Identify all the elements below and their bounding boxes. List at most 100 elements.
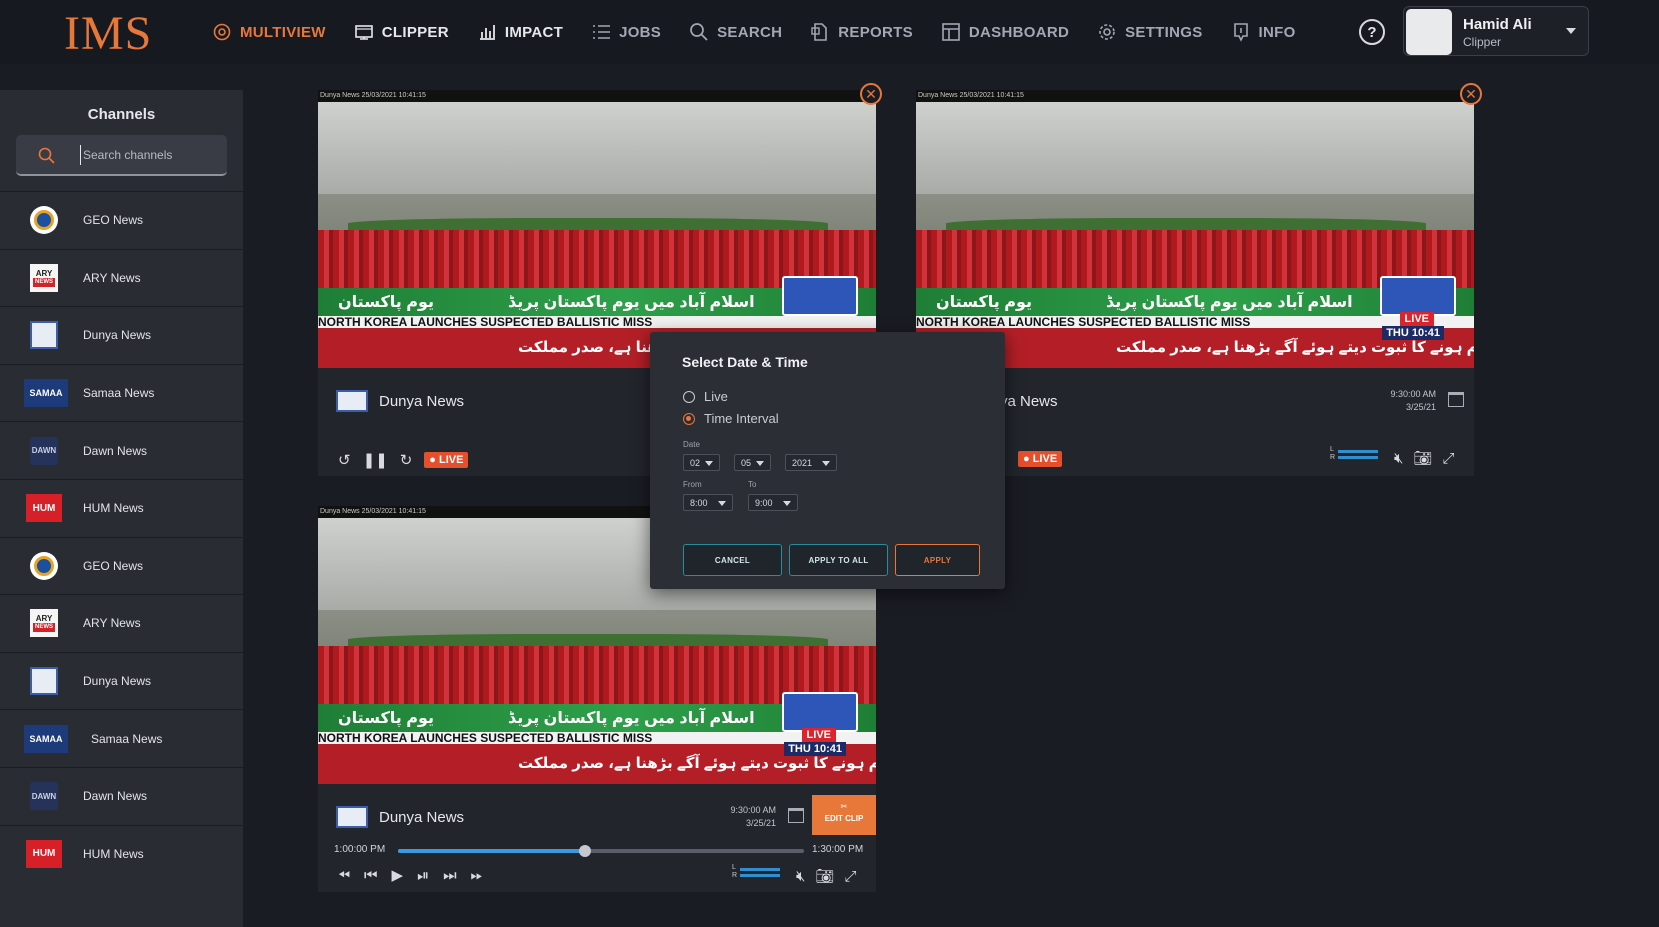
channel-name: Dawn News (83, 789, 148, 804)
fast-forward-icon[interactable]: ⏩︎ (471, 867, 483, 884)
calendar-icon[interactable] (1448, 392, 1464, 407)
seek-bar[interactable] (398, 845, 804, 857)
player-timestamp: 9:30:00 AM 3/25/21 (730, 805, 776, 828)
ticker-headline: NORTH KOREA LAUNCHES SUSPECTED BALLISTIC… (318, 316, 876, 328)
nav-settings[interactable]: SETTINGS (1097, 22, 1202, 42)
rewind-icon[interactable]: ↺ (338, 451, 351, 469)
playback-controls: ⏪︎ ⏮︎ ▶ ⏯︎ ⏭︎ ⏩︎ (338, 866, 483, 885)
channel-item[interactable]: ARY NEWS ARY News (0, 248, 243, 307)
fast-rewind-icon[interactable]: ⏪︎ (338, 867, 350, 884)
nav-search[interactable]: SEARCH (689, 22, 782, 42)
channel-item[interactable]: Dunya News (0, 651, 243, 710)
camera-icon[interactable]: 📷︎ (815, 867, 834, 885)
user-menu[interactable]: Hamid Ali Clipper (1403, 6, 1589, 56)
channel-search (16, 135, 227, 176)
seek-handle[interactable] (578, 845, 591, 857)
date-label: Date (683, 440, 700, 449)
chevron-down-icon[interactable] (1566, 28, 1576, 34)
nav-clipper[interactable]: CLIPPER (354, 22, 449, 42)
radio-live[interactable]: Live (683, 389, 728, 404)
radio-button[interactable] (683, 390, 695, 403)
geo-logo (30, 551, 58, 580)
sidebar-title: Channels (87, 106, 156, 123)
channel-item[interactable]: ARY NEWS ARY News (0, 594, 243, 652)
dawn-logo: DAWN (30, 782, 58, 811)
mute-icon[interactable]: 🔇︎ (1394, 450, 1403, 467)
player-title: ya News (1000, 393, 1058, 410)
search-icon (690, 23, 708, 41)
search-input[interactable] (80, 145, 220, 165)
user-role: Clipper (1463, 35, 1502, 49)
video-stamp: Dunya News 25/03/2021 10:41:15 (318, 90, 876, 102)
radio-button-selected[interactable] (683, 412, 695, 425)
day-select[interactable]: 02 (683, 454, 720, 471)
cancel-button[interactable]: CANCEL (683, 544, 782, 576)
user-name: Hamid Ali (1463, 16, 1532, 33)
edit-clip-button[interactable]: ✂ EDIT CLIP (812, 795, 876, 835)
channel-name: Samaa News (91, 731, 163, 746)
fullscreen-icon[interactable]: ⤢ (1443, 450, 1455, 467)
apply-button[interactable]: APPLY (895, 544, 980, 576)
live-tag: LIVE (1399, 312, 1434, 326)
clip-start-time: 1:00:00 PM (334, 844, 386, 855)
fullscreen-icon[interactable]: ⤢ (845, 868, 857, 885)
channel-item[interactable]: DAWN Dawn News (0, 766, 243, 825)
samaa-logo: SAMAA (24, 379, 68, 408)
pause-icon[interactable]: ❚❚ (363, 451, 388, 469)
skip-back-icon[interactable]: ⏮︎ (364, 867, 378, 884)
nav-impact[interactable]: IMPACT (477, 22, 563, 42)
nav-jobs[interactable]: JOBS (591, 22, 661, 42)
channel-name: ARY News (83, 270, 141, 285)
help-icon[interactable]: ? (1359, 19, 1385, 45)
impact-chart-icon (479, 25, 495, 40)
clock-tag: THU 10:41 (784, 742, 846, 756)
radio-time-interval[interactable]: Time Interval (683, 411, 779, 426)
multiview-icon (213, 23, 231, 41)
mute-icon[interactable]: 🔇︎ (796, 868, 805, 885)
live-badge[interactable]: ● LIVE (1018, 451, 1063, 467)
top-navigation-bar: IMS MULTIVIEW CLIPPER IMPACT JOBS SEARCH… (0, 0, 1659, 64)
apply-to-all-button[interactable]: APPLY TO ALL (789, 544, 888, 576)
month-select[interactable]: 05 (734, 454, 771, 471)
step-frame-icon[interactable]: ⏯︎ (417, 867, 429, 884)
jobs-list-icon (593, 25, 611, 39)
clip-end-time: 1:30:00 PM (812, 844, 864, 855)
to-time-select[interactable]: 9:00 (748, 494, 798, 511)
live-tag: LIVE (801, 728, 836, 742)
live-badge[interactable]: ● LIVE (424, 452, 469, 468)
nav-info[interactable]: INFO (1231, 22, 1296, 42)
hum-logo: HUM (26, 839, 62, 868)
channel-name: HUM News (83, 846, 144, 861)
calendar-icon[interactable] (788, 808, 804, 823)
channel-item[interactable]: GEO News (0, 536, 243, 595)
dunya-logo (336, 390, 368, 412)
nav-multiview[interactable]: MULTIVIEW (212, 22, 326, 42)
channel-item[interactable]: HUM HUM News (0, 478, 243, 537)
player-timestamp: 9:30:00 AM 3/25/21 (1390, 389, 1436, 412)
ims-logo[interactable]: IMS (64, 6, 152, 61)
play-icon[interactable]: ▶ (392, 866, 404, 884)
camera-icon[interactable]: 📷︎ (1413, 449, 1432, 467)
dunya-logo (336, 806, 368, 828)
ary-logo: ARY NEWS (30, 263, 58, 292)
samaa-logo: SAMAA (24, 724, 68, 753)
volume-meter[interactable]: LR (732, 864, 784, 880)
refresh-icon[interactable]: ↻ (400, 451, 413, 469)
channel-item[interactable]: DAWN Dawn News (0, 421, 243, 479)
close-player-1-button[interactable]: ✕ (860, 83, 882, 105)
volume-meter[interactable]: LR (1330, 446, 1382, 462)
year-select[interactable]: 2021 (785, 454, 837, 471)
channel-name: Dunya News (83, 674, 152, 689)
channel-item[interactable]: GEO News (0, 191, 243, 249)
dawn-logo: DAWN (30, 436, 58, 465)
select-date-time-dialog: Select Date & Time Live Time Interval Da… (650, 332, 1005, 589)
nav-dashboard[interactable]: DASHBOARD (941, 22, 1069, 42)
channel-item[interactable]: SAMAA Samaa News (0, 363, 243, 422)
from-time-select[interactable]: 8:00 (683, 494, 733, 511)
channel-item[interactable]: SAMAA Samaa News (0, 709, 243, 767)
nav-reports[interactable]: REPORTS (810, 22, 913, 42)
channel-item[interactable]: Dunya News (0, 306, 243, 364)
channel-item[interactable]: HUM HUM News (0, 824, 243, 883)
skip-forward-icon[interactable]: ⏭︎ (443, 867, 457, 884)
close-player-2-button[interactable]: ✕ (1460, 83, 1482, 105)
